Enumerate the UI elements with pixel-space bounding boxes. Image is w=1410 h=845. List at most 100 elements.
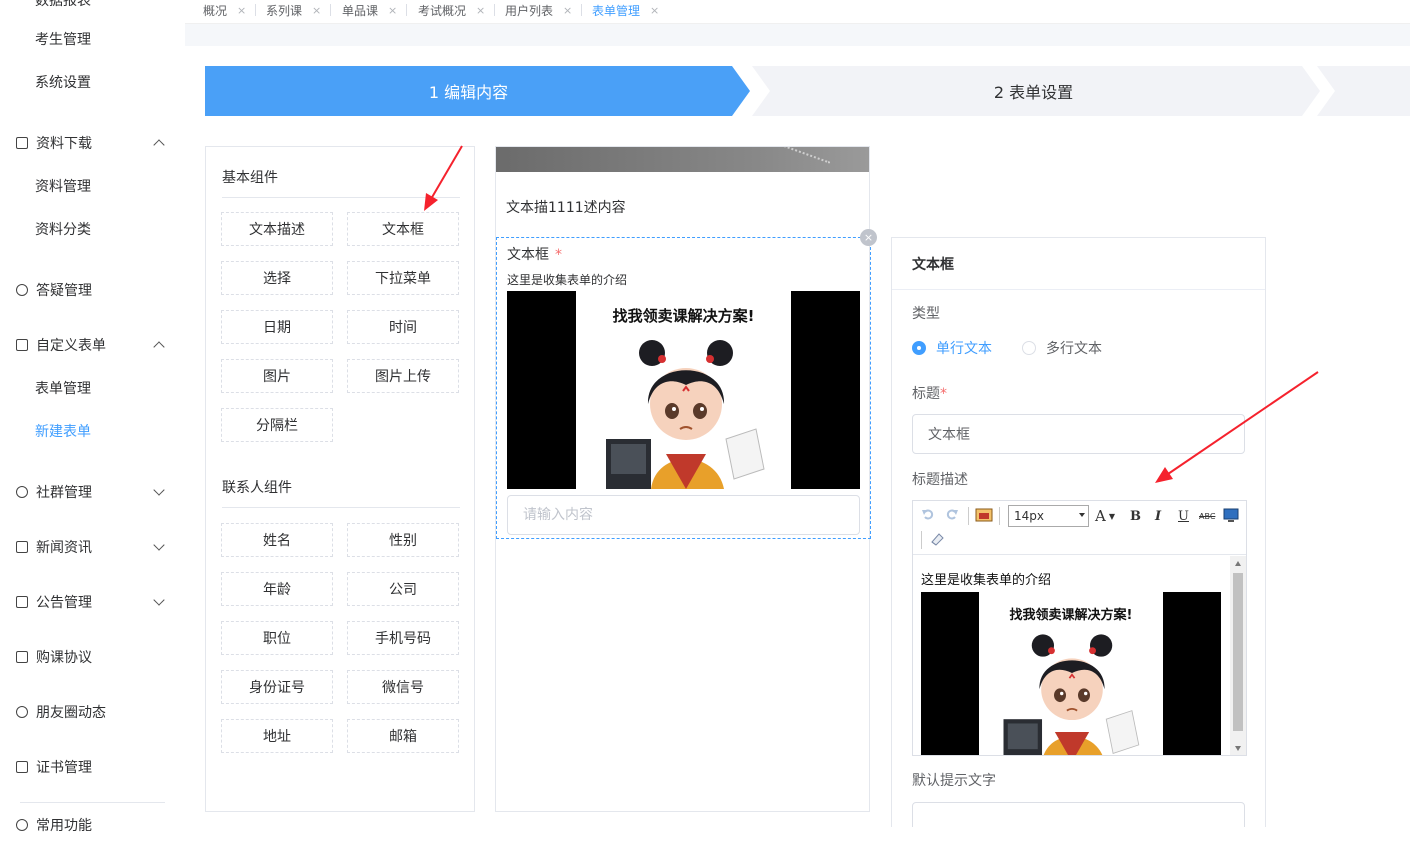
component-separator[interactable]: 分隔栏 (221, 408, 333, 442)
component-select[interactable]: 选择 (221, 261, 333, 295)
field-label-text: 文本框 (507, 247, 549, 263)
radio-single-line[interactable]: 单行文本 (912, 338, 992, 358)
scroll-down-arrow-icon[interactable] (1235, 746, 1241, 751)
remove-field-close-icon[interactable]: × (860, 229, 877, 246)
component-company[interactable]: 公司 (347, 572, 459, 606)
sidebar-item-label: 表单管理 (35, 381, 91, 397)
download-doc-icon (16, 137, 28, 149)
component-dropdown[interactable]: 下拉菜单 (347, 261, 459, 295)
radio-multi-line[interactable]: 多行文本 (1022, 338, 1102, 358)
close-icon[interactable]: × (388, 4, 397, 17)
sidebar-divider (20, 802, 165, 803)
undo-icon[interactable] (921, 507, 935, 521)
insert-image-icon[interactable] (975, 507, 993, 523)
default-hint-input[interactable] (912, 802, 1245, 827)
component-address[interactable]: 地址 (221, 719, 333, 753)
step-form-settings[interactable]: 2 表单设置 (765, 66, 1302, 116)
sidebar-group-community[interactable]: 社群管理 (0, 472, 185, 512)
component-phone[interactable]: 手机号码 (347, 621, 459, 655)
sidebar-group-news[interactable]: 新闻资讯 (0, 527, 185, 567)
component-textbox[interactable]: 文本框 (347, 212, 459, 246)
component-gender[interactable]: 性别 (347, 523, 459, 557)
sidebar-item-moments[interactable]: 朋友圈动态 (0, 692, 185, 732)
close-icon[interactable]: × (476, 4, 485, 17)
sidebar-item-form-manage[interactable]: 表单管理 (0, 368, 185, 408)
preview-description: 文本描1111述内容 (506, 200, 626, 216)
tab-divider (255, 4, 256, 16)
sidebar-item-label: 答疑管理 (36, 283, 92, 299)
close-icon[interactable]: × (650, 4, 659, 17)
title-input[interactable] (912, 414, 1245, 454)
sidebar-item-examinee[interactable]: 考生管理 (0, 19, 185, 59)
sidebar-item-common[interactable]: 常用功能 (0, 805, 185, 845)
step-edit-content[interactable]: 1 编辑内容 (205, 66, 732, 116)
tab-divider (581, 4, 582, 16)
sidebar-item-agreement[interactable]: 购课协议 (0, 637, 185, 677)
tab-series[interactable]: 系列课 × (266, 0, 321, 20)
component-date[interactable]: 日期 (221, 310, 333, 344)
sidebar-group-downloads[interactable]: 资料下载 (0, 123, 185, 163)
tab-single-course[interactable]: 单品课 × (342, 0, 397, 20)
cartoon-girl-illustration (1003, 634, 1140, 755)
sidebar-item-data-report[interactable]: 数据报表 (0, 0, 185, 20)
tab-user-list[interactable]: 用户列表 × (505, 0, 572, 20)
component-id-number[interactable]: 身份证号 (221, 670, 333, 704)
strikethrough-button[interactable]: ABC (1199, 506, 1215, 526)
close-icon[interactable]: × (312, 4, 321, 17)
component-position[interactable]: 职位 (221, 621, 333, 655)
font-size-select[interactable]: 14px (1008, 505, 1089, 527)
scrollbar-thumb[interactable] (1233, 573, 1243, 731)
redo-icon[interactable] (945, 507, 959, 521)
component-age[interactable]: 年龄 (221, 572, 333, 606)
sidebar-group-notice[interactable]: 公告管理 (0, 582, 185, 622)
step-3-shape (1317, 66, 1410, 116)
preview-screen-icon[interactable] (1223, 507, 1239, 523)
sidebar-item-material-category[interactable]: 资料分类 (0, 209, 185, 249)
editor-content[interactable]: 这里是收集表单的介绍 找我领卖课解决方案! (913, 556, 1231, 755)
step-label: 1 编辑内容 (428, 83, 509, 102)
sidebar-group-custom-form[interactable]: 自定义表单 (0, 325, 185, 365)
tab-overview[interactable]: 概况 × (203, 0, 246, 20)
component-image[interactable]: 图片 (221, 359, 333, 393)
bold-button[interactable]: B (1130, 506, 1141, 526)
tab-label: 概况 (203, 3, 228, 18)
preview-text-input[interactable] (507, 495, 860, 535)
field-settings-panel: 文本框 类型 单行文本 多行文本 标题* 标题描述 14px A▼ B I U … (891, 237, 1266, 827)
sidebar-item-certificate[interactable]: 证书管理 (0, 747, 185, 787)
preview-textbox-field[interactable]: 文本框 * 这里是收集表单的介绍 找我领卖课解决方案! (496, 237, 871, 539)
scroll-up-arrow-icon[interactable] (1235, 561, 1241, 566)
sidebar-item-qa[interactable]: 答疑管理 (0, 270, 185, 310)
editor-poster-image: 找我领卖课解决方案! (921, 592, 1221, 755)
type-label: 类型 (912, 306, 940, 322)
editor-toolbar: 14px A ▼ B I U ABC (913, 501, 1246, 555)
divider (222, 507, 460, 508)
editor-scrollbar[interactable] (1230, 556, 1246, 755)
tab-divider (494, 4, 495, 16)
eraser-icon[interactable] (929, 531, 945, 547)
poster-headline: 找我领卖课解决方案! (1009, 608, 1133, 623)
apps-icon (16, 819, 28, 831)
font-color-button[interactable]: A ▼ (1095, 506, 1115, 526)
underline-button[interactable]: U (1178, 506, 1189, 526)
sidebar-item-material-manage[interactable]: 资料管理 (0, 166, 185, 206)
italic-button[interactable]: I (1155, 506, 1161, 526)
component-wechat[interactable]: 微信号 (347, 670, 459, 704)
component-image-upload[interactable]: 图片上传 (347, 359, 459, 393)
component-text-desc[interactable]: 文本描述 (221, 212, 333, 246)
component-time[interactable]: 时间 (347, 310, 459, 344)
poster: 找我领卖课解决方案! (979, 592, 1163, 755)
sidebar-item-label: 社群管理 (36, 485, 92, 501)
close-icon[interactable]: × (237, 4, 246, 17)
sidebar-item-system-settings[interactable]: 系统设置 (0, 62, 185, 102)
close-icon[interactable]: × (563, 4, 572, 17)
tab-form-manage[interactable]: 表单管理 × (592, 0, 659, 20)
component-email[interactable]: 邮箱 (347, 719, 459, 753)
component-name[interactable]: 姓名 (221, 523, 333, 557)
rich-text-editor[interactable]: 14px A ▼ B I U ABC 这里是收集表单的介绍 找我领卖课解决方案! (912, 500, 1247, 756)
form-preview: 文本描1111述内容 文本框 * 这里是收集表单的介绍 找我领卖课解决方案! (495, 146, 871, 812)
sidebar-item-new-form[interactable]: 新建表单 (0, 411, 185, 451)
sidebar-item-label: 常用功能 (36, 818, 92, 834)
tab-exam-overview[interactable]: 考试概况 × (418, 0, 485, 20)
tab-divider (330, 4, 331, 16)
caret-down-icon: ▼ (1108, 511, 1115, 521)
